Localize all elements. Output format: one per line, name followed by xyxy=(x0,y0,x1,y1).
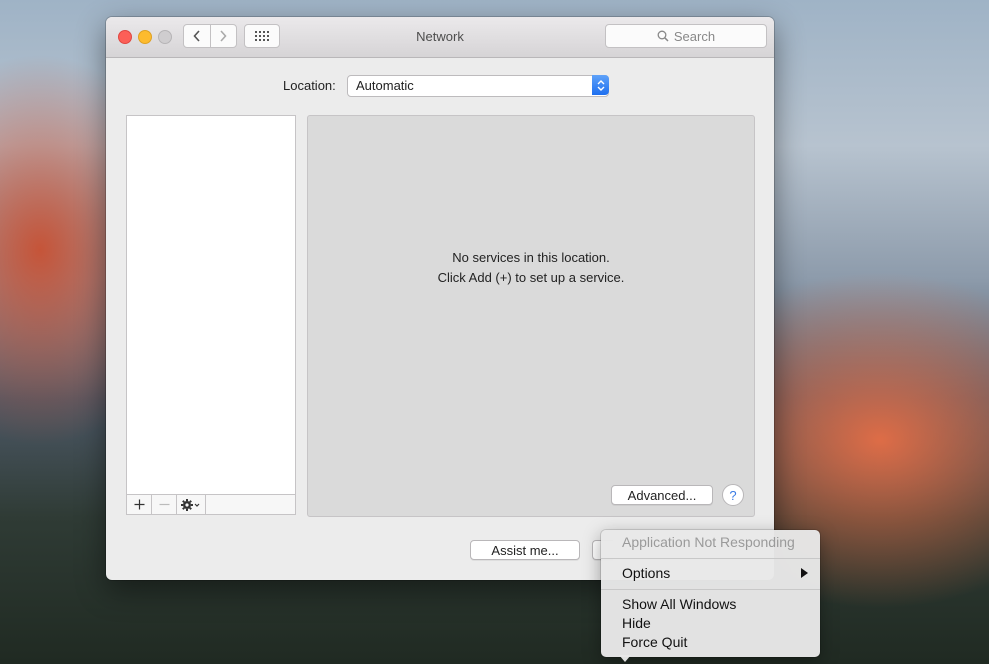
no-services-message: No services in this location. xyxy=(452,250,610,265)
action-menu-button[interactable] xyxy=(177,495,206,514)
service-detail-pane: No services in this location. Click Add … xyxy=(307,115,755,517)
add-service-hint: Click Add (+) to set up a service. xyxy=(437,270,625,285)
menu-pointer xyxy=(619,655,631,662)
location-value: Automatic xyxy=(356,78,414,93)
titlebar: Network Search xyxy=(106,17,774,58)
chevrons-icon xyxy=(597,79,604,91)
menu-separator xyxy=(601,558,820,559)
search-icon xyxy=(657,30,669,42)
service-list[interactable] xyxy=(126,115,296,495)
menu-item-show-all-windows[interactable]: Show All Windows xyxy=(622,596,736,612)
location-label: Location: xyxy=(283,78,336,93)
service-list-toolbar xyxy=(126,494,296,515)
advanced-button[interactable]: Advanced... xyxy=(611,485,713,505)
menu-header-not-responding: Application Not Responding xyxy=(622,534,795,550)
menu-item-options[interactable]: Options xyxy=(622,565,670,581)
add-service-button[interactable] xyxy=(127,495,152,514)
menu-item-force-quit[interactable]: Force Quit xyxy=(622,634,687,650)
location-select-arrow[interactable] xyxy=(592,75,609,95)
help-button[interactable]: ? xyxy=(722,484,744,506)
dock-context-menu: Application Not Responding Options Show … xyxy=(601,530,820,657)
assist-me-button[interactable]: Assist me... xyxy=(470,540,580,560)
remove-service-button[interactable] xyxy=(152,495,177,514)
submenu-arrow-icon xyxy=(801,568,808,578)
location-select[interactable]: Automatic xyxy=(347,75,609,97)
menu-item-hide[interactable]: Hide xyxy=(622,615,651,631)
gear-icon xyxy=(181,498,200,511)
add-icon xyxy=(134,499,144,510)
menu-separator xyxy=(601,589,820,590)
search-field[interactable]: Search xyxy=(605,24,767,48)
network-window: Network Search Location: Automatic No se… xyxy=(106,17,774,580)
remove-icon xyxy=(159,503,169,506)
search-placeholder: Search xyxy=(673,28,716,44)
